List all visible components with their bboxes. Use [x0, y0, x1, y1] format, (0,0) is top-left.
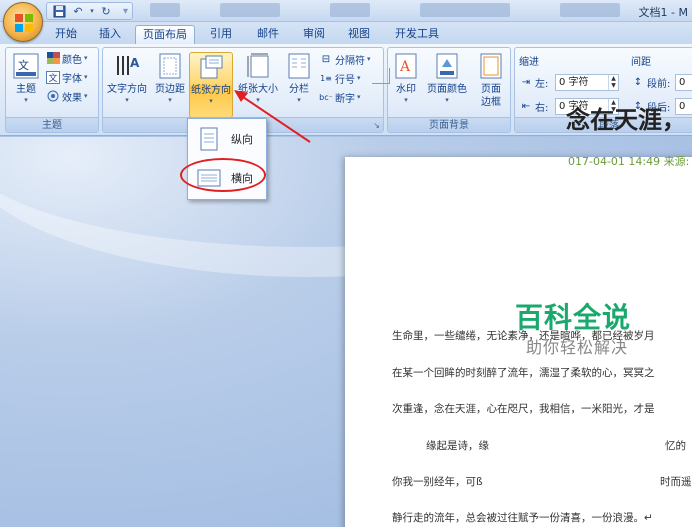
color-palette-icon: [46, 52, 60, 65]
tab-insert[interactable]: 插入: [94, 25, 126, 44]
watermark-button[interactable]: A 水印 ▾: [391, 52, 421, 105]
theme-fonts-button[interactable]: 文 字体 ▾: [46, 69, 88, 85]
blurred-area: [330, 3, 370, 17]
font-icon: 文: [46, 70, 60, 84]
svg-text:A: A: [399, 59, 411, 75]
tab-view[interactable]: 视图: [343, 25, 375, 44]
office-button[interactable]: [3, 2, 43, 42]
document-paragraph-fragment: 时而遥: [660, 476, 692, 488]
indent-label: 缩进: [519, 57, 539, 68]
dialog-launcher-icon[interactable]: ↘: [373, 121, 380, 130]
line-numbers-icon: 1≡: [320, 73, 332, 83]
portrait-page-icon: [197, 125, 221, 153]
undo-dropdown-icon[interactable]: ▾: [89, 4, 95, 18]
office-logo-icon: [15, 14, 33, 32]
blurred-area: [150, 3, 180, 17]
document-title: 念在天涯，: [566, 106, 686, 134]
svg-text:文: 文: [18, 58, 29, 72]
page-color-icon: [433, 52, 461, 80]
tab-home[interactable]: 开始: [50, 25, 82, 44]
indent-left-label: ⇥ 左:: [519, 74, 549, 90]
size-button[interactable]: 纸张大小 ▾: [235, 52, 281, 105]
quick-access-toolbar: ↶ ▾ ↻ ▾: [46, 2, 134, 20]
group-label-page-background: 页面背景: [388, 117, 510, 132]
breaks-icon: ⊟: [321, 53, 331, 65]
hyphenation-button[interactable]: bc⁻ 断字 ▾: [319, 89, 360, 105]
group-page-background: A 水印 ▾ 页面颜色 ▾ 页面 边框 页面背景: [387, 47, 511, 133]
window-title: 文档1 - M: [638, 6, 688, 19]
title-bar: ↶ ▾ ↻ ▾ 文档1 - M: [0, 0, 692, 22]
document-paragraph: 次重逢，念在天涯，心在咫尺，我相信，一米阳光，才是: [392, 403, 655, 415]
document-paragraph: 你我一别经年，可ß: [392, 476, 483, 488]
line-numbers-button[interactable]: 1≡ 行号 ▾: [319, 70, 360, 86]
ribbon-tabs: 开始 插入 页面布局 引用 邮件 审阅 视图 开发工具: [0, 22, 692, 44]
document-paragraph-fragment: 忆的: [665, 440, 686, 452]
spacing-before-icon: ↕: [633, 76, 643, 88]
group-themes: 文 主题 ▾ 颜色 ▾ 文 字体 ▾ 效果 ▾ 主题: [5, 47, 99, 133]
undo-icon[interactable]: ↶: [70, 4, 86, 18]
theme-effects-button[interactable]: 效果 ▾: [46, 88, 88, 104]
themes-icon: 文: [12, 52, 40, 80]
highlight-ellipse: [180, 158, 266, 192]
columns-icon: [285, 52, 313, 80]
blurred-area: [420, 3, 510, 17]
hyphenation-icon: bc⁻: [319, 92, 333, 102]
breaks-button[interactable]: ⊟ 分隔符 ▾: [319, 51, 371, 67]
page-color-button[interactable]: 页面颜色 ▾: [424, 52, 470, 105]
customize-qat-icon[interactable]: ▾: [123, 6, 128, 17]
svg-text:A: A: [130, 56, 140, 70]
margins-icon: [156, 52, 184, 80]
orientation-button[interactable]: 纸张方向 ▾: [189, 52, 233, 118]
spinner-icon[interactable]: ▲ ▼: [608, 75, 618, 90]
tab-review[interactable]: 审阅: [298, 25, 330, 44]
themes-button[interactable]: 文 主题 ▾: [9, 52, 43, 105]
document-paragraph: 静行走的流年，总会被过往赋予一份清喜，一份浪漫。↵: [392, 512, 653, 524]
orientation-icon: [197, 53, 225, 81]
theme-colors-button[interactable]: 颜色 ▾: [46, 50, 88, 66]
watermark-title: 百科全说: [515, 301, 632, 334]
columns-button[interactable]: 分栏 ▾: [283, 52, 315, 105]
page-size-icon: [244, 52, 272, 80]
document-meta: 017-04-01 14:49 来源:: [568, 155, 690, 168]
indent-right-icon: ⇤: [521, 100, 531, 112]
spacing-label: 间距: [631, 57, 651, 68]
indent-left-input[interactable]: 0 字符 ▲ ▼: [555, 74, 619, 91]
tab-mailings[interactable]: 邮件: [252, 25, 284, 44]
spacing-before-label: ↕ 段前:: [631, 74, 671, 90]
tab-developer[interactable]: 开发工具: [392, 25, 442, 44]
indent-left-icon: ⇥: [521, 76, 531, 88]
blurred-area: [220, 3, 280, 17]
page-borders-button[interactable]: 页面 边框: [474, 52, 508, 109]
text-direction-button[interactable]: A 文字方向 ▾: [105, 52, 149, 105]
indent-right-label: ⇤ 右:: [519, 98, 549, 114]
redo-icon[interactable]: ↻: [98, 4, 114, 18]
document-paragraph: 在某一个回眸的时刻醉了流年，濡湿了柔软的心，冥冥之: [392, 367, 655, 379]
text-direction-icon: A: [113, 52, 141, 80]
save-icon[interactable]: [51, 4, 67, 18]
spacing-before-input[interactable]: 0: [675, 74, 692, 91]
page-borders-icon: [477, 52, 505, 80]
tab-page-layout[interactable]: 页面布局: [135, 25, 195, 44]
crop-mark: [372, 68, 390, 84]
effects-icon: [46, 90, 60, 103]
document-paragraph: 缘起是诗，缘: [426, 440, 489, 452]
group-label-themes: 主题: [6, 117, 98, 132]
tab-references[interactable]: 引用: [205, 25, 237, 44]
watermark-icon: A: [392, 52, 420, 80]
blurred-area: [560, 3, 620, 17]
margins-button[interactable]: 页边距 ▾: [151, 52, 189, 105]
watermark-subtitle: 助你轻松解决: [526, 338, 629, 357]
menu-item-portrait[interactable]: 纵向: [191, 121, 263, 157]
